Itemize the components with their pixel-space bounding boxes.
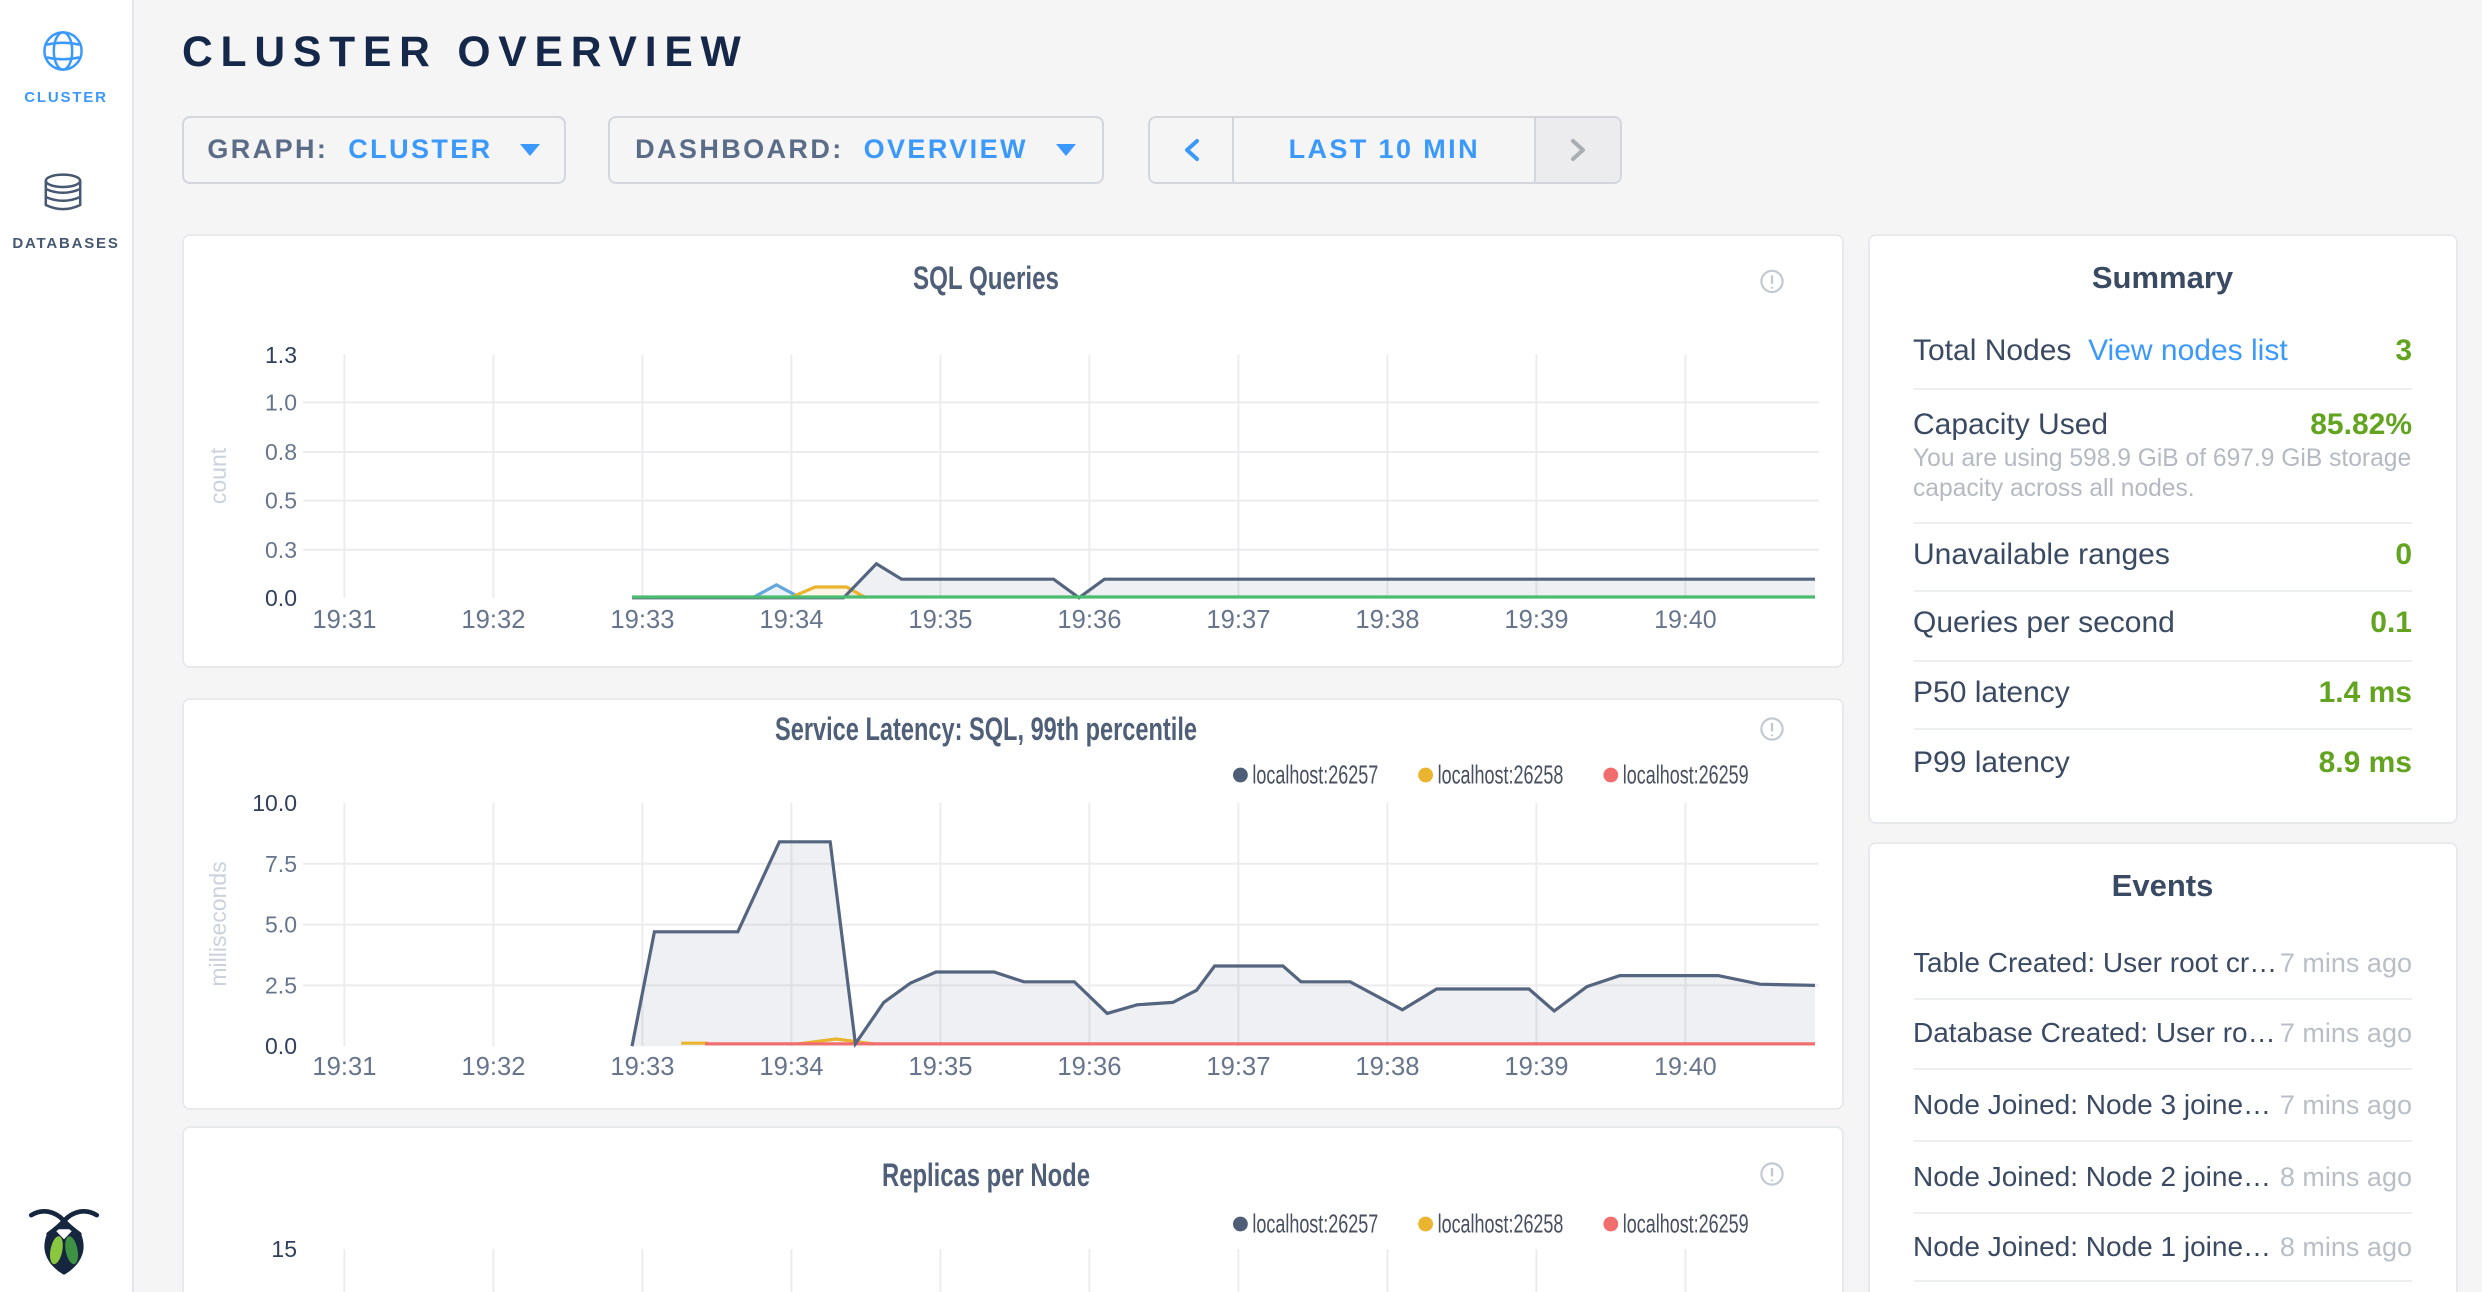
svg-text:19:40: 19:40: [1653, 1053, 1716, 1081]
svg-text:localhost:26259: localhost:26259: [1622, 760, 1748, 790]
svg-text:19:33: 19:33: [609, 605, 673, 633]
svg-text:19:37: 19:37: [1205, 605, 1269, 633]
svg-text:count: count: [204, 446, 230, 503]
svg-text:19:34: 19:34: [758, 605, 822, 633]
svg-text:Service Latency: SQL, 99th per: Service Latency: SQL, 99th percentile: [774, 711, 1196, 747]
svg-text:19:39: 19:39: [1503, 605, 1567, 633]
svg-text:19:36: 19:36: [1056, 605, 1120, 633]
svg-text:Replicas per Node: Replicas per Node: [881, 1157, 1089, 1193]
svg-text:19:39: 19:39: [1503, 1053, 1567, 1081]
svg-text:19:32: 19:32: [460, 605, 524, 633]
svg-text:0.3: 0.3: [264, 536, 296, 562]
svg-text:10.0: 10.0: [251, 790, 296, 816]
svg-text:19:36: 19:36: [1056, 1053, 1120, 1081]
svg-text:19:35: 19:35: [907, 605, 971, 633]
svg-text:19:35: 19:35: [907, 1053, 971, 1081]
svg-text:0.0: 0.0: [264, 1033, 296, 1059]
svg-text:19:38: 19:38: [1354, 1053, 1418, 1081]
svg-text:0.5: 0.5: [264, 487, 296, 513]
svg-text:0.8: 0.8: [264, 438, 296, 464]
svg-text:localhost:26258: localhost:26258: [1437, 760, 1563, 790]
svg-text:milliseconds: milliseconds: [204, 861, 230, 986]
svg-text:19:40: 19:40: [1653, 605, 1716, 633]
svg-text:19:37: 19:37: [1205, 1053, 1269, 1081]
svg-text:19:38: 19:38: [1354, 605, 1418, 633]
svg-text:19:31: 19:31: [311, 1053, 375, 1081]
svg-text:1.0: 1.0: [264, 388, 296, 414]
svg-text:localhost:26257: localhost:26257: [1251, 760, 1377, 790]
svg-text:19:32: 19:32: [460, 1053, 524, 1081]
svg-text:2.5: 2.5: [264, 972, 296, 998]
svg-text:19:33: 19:33: [609, 1053, 673, 1081]
svg-text:15: 15: [270, 1236, 296, 1262]
svg-text:localhost:26259: localhost:26259: [1622, 1209, 1748, 1239]
svg-text:0.0: 0.0: [264, 584, 296, 610]
svg-text:19:34: 19:34: [758, 1053, 822, 1081]
svg-text:7.5: 7.5: [264, 851, 296, 877]
svg-text:5.0: 5.0: [264, 912, 296, 938]
svg-text:localhost:26258: localhost:26258: [1437, 1209, 1563, 1239]
svg-text:localhost:26257: localhost:26257: [1251, 1209, 1377, 1239]
svg-text:19:31: 19:31: [311, 605, 375, 633]
svg-text:1.3: 1.3: [264, 341, 296, 367]
svg-text:SQL Queries: SQL Queries: [912, 259, 1058, 295]
